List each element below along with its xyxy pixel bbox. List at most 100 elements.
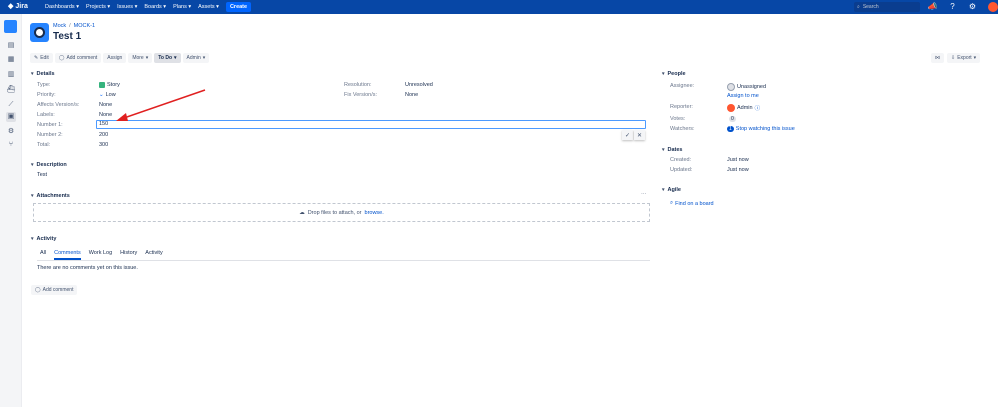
- user-avatar[interactable]: [987, 1, 998, 12]
- more-label: More: [132, 55, 144, 61]
- add-comment-button[interactable]: ◯ Add comment: [54, 53, 102, 63]
- issue-project-avatar: [30, 23, 49, 42]
- resolution-value: Unresolved: [405, 82, 433, 88]
- chart-icon[interactable]: ⟋: [6, 100, 16, 110]
- watchers-value[interactable]: 1 Stop watching this issue: [727, 126, 795, 132]
- releases-icon[interactable]: ⛴: [6, 85, 16, 95]
- stop-watching-link[interactable]: Stop watching this issue: [736, 126, 795, 132]
- comment-icon: ◯: [58, 55, 65, 61]
- admin-button[interactable]: Admin ▾: [182, 53, 210, 63]
- components-icon[interactable]: ⚙: [6, 127, 16, 137]
- admin-label: Admin: [186, 55, 201, 61]
- priority-low-icon: ⌄: [99, 92, 104, 98]
- assignee-value-text: Unassigned: [737, 84, 767, 90]
- votes-value[interactable]: 0: [729, 116, 736, 122]
- no-comments-text: There are no comments yet on this issue.: [37, 265, 138, 271]
- project-sidebar: ▤ ▦ ▥ ⛴ ⟋ ▣ ⚙ ⑂: [0, 14, 22, 407]
- project-avatar[interactable]: [4, 20, 17, 33]
- status-button[interactable]: To Do ▾: [154, 53, 181, 63]
- cancel-button[interactable]: ✕: [634, 130, 645, 140]
- download-icon: ⇩: [951, 55, 956, 61]
- updated-value: Just now: [727, 167, 749, 173]
- tab-work-log[interactable]: Work Log: [89, 250, 112, 260]
- breadcrumb-separator: /: [69, 23, 71, 29]
- breadcrumb-issue-key[interactable]: MOCK-1: [74, 23, 95, 29]
- nav-dashboards[interactable]: Dashboards ▾: [45, 4, 79, 10]
- type-value[interactable]: Story: [99, 82, 120, 88]
- cloud-upload-icon: ☁: [299, 209, 305, 216]
- tab-all[interactable]: All: [40, 250, 46, 260]
- chevron-down-icon: ▾: [31, 162, 34, 168]
- nav-issues[interactable]: Issues ▾: [117, 4, 137, 10]
- details-section-toggle[interactable]: ▾ Details: [31, 71, 55, 77]
- share-icon: ⋈: [935, 55, 940, 61]
- backlog-icon[interactable]: ▤: [6, 41, 16, 51]
- watchers-label: Watchers:: [670, 126, 695, 132]
- gear-icon[interactable]: ⚙: [967, 1, 978, 12]
- jira-logo[interactable]: ◆ Jira: [8, 2, 28, 11]
- people-section-toggle[interactable]: ▾ People: [662, 71, 686, 77]
- issue-title[interactable]: Test 1: [53, 31, 81, 42]
- attachments-section-toggle[interactable]: ▾ Attachments: [31, 193, 70, 199]
- add-comment-bottom-button[interactable]: ◯ Add comment: [31, 285, 78, 295]
- affects-version-label: Affects Version/s:: [37, 102, 80, 108]
- find-on-board-link[interactable]: ⌕ Find on a board: [670, 200, 714, 207]
- reports-icon[interactable]: ▦: [6, 55, 16, 65]
- breadcrumb-project[interactable]: Mock: [53, 23, 66, 29]
- code-icon[interactable]: ⑂: [6, 140, 16, 150]
- browse-link[interactable]: browse.: [365, 210, 384, 216]
- tab-history[interactable]: History: [120, 250, 137, 260]
- issues-icon[interactable]: ▣: [6, 112, 16, 122]
- fix-version-value[interactable]: None: [405, 92, 418, 98]
- more-button[interactable]: More ▾: [128, 53, 153, 63]
- assign-to-me-link[interactable]: Assign to me: [727, 93, 759, 99]
- labels-value[interactable]: None: [99, 112, 112, 118]
- reporter-avatar: [727, 104, 735, 112]
- dates-heading: Dates: [667, 147, 683, 153]
- nav-menu: Dashboards ▾ Projects ▾ Issues ▾ Boards …: [45, 0, 252, 14]
- create-button[interactable]: Create: [225, 2, 252, 12]
- edit-button[interactable]: ✎ Edit: [30, 53, 53, 63]
- description-text[interactable]: Test: [37, 172, 47, 178]
- chevron-down-icon: ▾: [662, 187, 665, 193]
- confirm-button[interactable]: ✓: [622, 130, 633, 140]
- description-section-toggle[interactable]: ▾ Description: [31, 162, 67, 168]
- chevron-down-icon: ▾: [662, 147, 665, 153]
- nav-boards[interactable]: Boards ▾: [144, 4, 166, 10]
- votes-badge: 0: [729, 116, 736, 122]
- chevron-down-icon: ▾: [31, 193, 34, 199]
- total-value[interactable]: 300: [99, 142, 108, 148]
- number2-value[interactable]: 200: [99, 132, 108, 138]
- nav-plans[interactable]: Plans ▾: [173, 4, 191, 10]
- created-value: Just now: [727, 157, 749, 163]
- nav-right-icons: 📣 ? ⚙: [927, 1, 998, 12]
- reporter-value[interactable]: Admin ⓘ: [727, 104, 760, 112]
- tab-comments[interactable]: Comments: [54, 250, 81, 260]
- attachment-drop-zone[interactable]: ☁ Drop files to attach, or browse.: [33, 203, 650, 222]
- reporter-label: Reporter:: [670, 104, 693, 110]
- labels-label: Labels:: [37, 112, 55, 118]
- priority-value[interactable]: ⌄ Low: [99, 92, 116, 98]
- activity-section-toggle[interactable]: ▾ Activity: [31, 236, 56, 242]
- chevron-down-icon: ▾: [973, 55, 977, 61]
- number1-input[interactable]: 150: [96, 120, 646, 129]
- check-icon: ✓: [624, 132, 631, 139]
- affects-version-value[interactable]: None: [99, 102, 112, 108]
- help-icon[interactable]: ?: [947, 1, 958, 12]
- dates-section-toggle[interactable]: ▾ Dates: [662, 147, 683, 153]
- info-icon[interactable]: ⓘ: [755, 104, 761, 112]
- nav-assets[interactable]: Assets ▾: [198, 4, 219, 10]
- megaphone-icon[interactable]: 📣: [927, 1, 938, 12]
- nav-projects[interactable]: Projects ▾: [86, 4, 110, 10]
- search-input[interactable]: ⌕ Search: [854, 2, 920, 12]
- board-icon[interactable]: ▥: [6, 70, 16, 80]
- agile-section-toggle[interactable]: ▾ Agile: [662, 187, 681, 193]
- more-options-icon[interactable]: ⋯: [641, 192, 647, 198]
- jira-logo-text: Jira: [15, 2, 28, 10]
- close-icon: ✕: [636, 132, 643, 139]
- share-button[interactable]: ⋈: [931, 53, 944, 63]
- assignee-value[interactable]: Unassigned: [727, 83, 766, 91]
- assign-button[interactable]: Assign: [103, 53, 127, 63]
- tab-activity[interactable]: Activity: [145, 250, 162, 260]
- export-button[interactable]: ⇩ Export ▾: [947, 53, 981, 63]
